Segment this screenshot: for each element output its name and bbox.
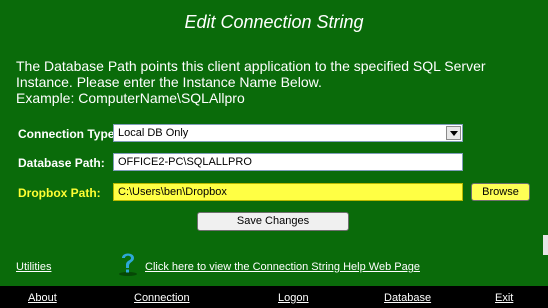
browse-button[interactable]: Browse xyxy=(471,183,530,201)
connection-type-value: Local DB Only xyxy=(118,127,189,139)
description-line-1: The Database Path points this client app… xyxy=(16,58,486,74)
question-mark-icon[interactable] xyxy=(117,250,139,276)
window-edge xyxy=(543,235,548,255)
nav-about[interactable]: About xyxy=(28,292,57,304)
nav-logon[interactable]: Logon xyxy=(278,292,309,304)
connection-type-select[interactable]: Local DB Only xyxy=(113,124,463,142)
database-path-label: Database Path: xyxy=(18,156,105,170)
save-changes-button[interactable]: Save Changes xyxy=(197,212,349,231)
connection-type-label: Connection Type: xyxy=(18,127,119,141)
chevron-down-icon[interactable] xyxy=(446,126,461,140)
nav-exit[interactable]: Exit xyxy=(495,292,513,304)
edit-connection-window: Edit Connection String The Database Path… xyxy=(0,0,548,308)
utilities-link[interactable]: Utilities xyxy=(16,261,51,273)
page-title: Edit Connection String xyxy=(184,12,364,32)
help-web-page-link[interactable]: Click here to view the Connection String… xyxy=(145,261,420,273)
dropbox-path-input[interactable]: C:\Users\ben\Dropbox xyxy=(113,183,463,201)
description-line-2: Instance. Please enter the Instance Name… xyxy=(16,74,322,90)
nav-connection[interactable]: Connection xyxy=(134,292,190,304)
description: The Database Path points this client app… xyxy=(16,58,536,106)
nav-database[interactable]: Database xyxy=(384,292,431,304)
database-path-input[interactable]: OFFICE2-PC\SQLALLPRO xyxy=(113,153,463,171)
dropbox-path-label: Dropbox Path: xyxy=(18,186,101,200)
description-line-3: Example: ComputerName\SQLAllpro xyxy=(16,90,245,106)
bottom-nav-bar: About Connection Logon Database Exit xyxy=(0,286,548,308)
